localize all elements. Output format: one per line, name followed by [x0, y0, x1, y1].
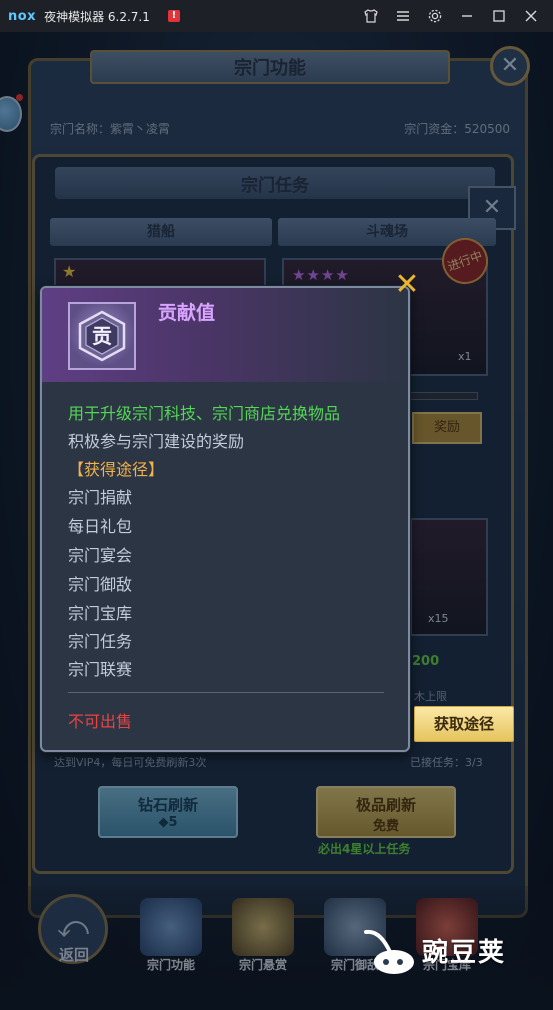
tooltip-title: 贡献值: [158, 302, 216, 324]
svg-text:贡: 贡: [92, 324, 112, 348]
reward-value: 200: [412, 654, 440, 669]
contribution-tooltip: 贡 贡献值 用于升级宗门科技、宗门商店兑换物品 积极参与宗门建设的奖励 【获得途…: [40, 286, 410, 752]
nav-sect-bounty[interactable]: 宗门悬赏: [222, 898, 304, 978]
contribution-icon: 贡: [68, 302, 136, 370]
reward-count-x15: x15: [428, 612, 449, 625]
back-label[interactable]: 返回: [46, 944, 102, 965]
gear-icon[interactable]: [419, 0, 451, 32]
diamond-refresh-cost: ◆5: [158, 815, 178, 830]
sect-name: 宗门名称：紫霄丶凌霄: [50, 122, 171, 136]
task-progress-bar: [404, 392, 478, 400]
sect-function-icon: [140, 898, 202, 956]
sect-bounty-icon: [232, 898, 294, 956]
tooltip-source-heading: 【获得途径】: [68, 460, 165, 479]
sect-task-title: 宗门任务: [55, 167, 495, 199]
wandoujia-watermark: 豌豆荚: [360, 922, 540, 982]
game-viewport: 宗门功能 ✕ 宗门名称：紫霄丶凌霄 宗门资金：520500 宗门任务 ✕ 猎船 …: [0, 32, 553, 1010]
wandoujia-logo-icon: [364, 929, 414, 974]
sect-info-row: 宗门名称：紫霄丶凌霄 宗门资金：520500: [50, 120, 510, 142]
source-item: 宗门联赛: [68, 660, 133, 679]
quality-refresh-sub: 免费: [372, 819, 399, 834]
emulator-title-bar: nox 夜神模拟器 6.2.7.1 !: [0, 0, 553, 32]
sect-funds: 宗门资金：520500: [404, 122, 510, 136]
tooltip-description-line: 积极参与宗门建设的奖励: [68, 432, 245, 451]
star-icon: ★: [62, 262, 77, 281]
maximize-icon[interactable]: [483, 0, 515, 32]
source-item: 宗门任务: [68, 632, 133, 651]
reward-count-x1: x1: [458, 350, 472, 363]
task-card-lower-right[interactable]: x15: [410, 518, 488, 636]
close-icon[interactable]: [515, 0, 547, 32]
source-item: 宗门宝库: [68, 604, 133, 623]
side-avatar-icon[interactable]: [0, 96, 22, 132]
minimize-icon[interactable]: [451, 0, 483, 32]
nav-sect-function[interactable]: 宗门功能: [130, 898, 212, 978]
quality-refresh-button[interactable]: 极品刷新 免费: [316, 786, 456, 838]
nox-logo: nox: [8, 8, 37, 24]
panel-close-icon[interactable]: ✕: [490, 46, 530, 86]
column-header-left: 猎船: [50, 218, 272, 246]
tooltip-divider: [68, 692, 384, 693]
diamond-refresh-label: 钻石刷新: [137, 796, 198, 814]
watermark-text: 豌豆荚: [422, 938, 507, 968]
shirt-icon[interactable]: [355, 0, 387, 32]
limit-label: 木上限: [414, 690, 447, 703]
source-item: 宗门宴会: [68, 546, 133, 565]
not-for-sale-label: 不可出售: [68, 712, 133, 731]
quality-refresh-label: 极品刷新: [355, 796, 416, 814]
purple-stars-icon: ★★★★: [292, 266, 350, 284]
source-item: 宗门捐献: [68, 488, 133, 507]
source-item: 宗门御敌: [68, 575, 133, 594]
diamond-refresh-button[interactable]: 钻石刷新 ◆5: [98, 786, 238, 838]
quality-refresh-note: 必出4星以上任务: [318, 842, 411, 856]
vip-refresh-note: 达到VIP4，每日可免费刷新3次: [54, 756, 207, 769]
alert-badge[interactable]: !: [167, 10, 180, 22]
diamond-icon: ◆: [158, 815, 169, 830]
sect-function-title: 宗门功能: [234, 58, 306, 79]
notification-dot: [16, 94, 23, 101]
sect-function-title-bar: 宗门功能: [90, 50, 450, 84]
tooltip-usage-line: 用于升级宗门科技、宗门商店兑换物品: [68, 404, 341, 423]
reward-button[interactable]: 奖励: [412, 412, 482, 444]
tooltip-close-icon[interactable]: ✕: [392, 270, 422, 300]
app-title: 夜神模拟器 6.2.7.1: [44, 9, 150, 24]
get-way-button[interactable]: 获取途径: [414, 706, 514, 742]
accepted-tasks-count: 已接任务：3/3: [410, 756, 483, 769]
source-item: 每日礼包: [68, 517, 133, 536]
menu-icon[interactable]: [387, 0, 419, 32]
